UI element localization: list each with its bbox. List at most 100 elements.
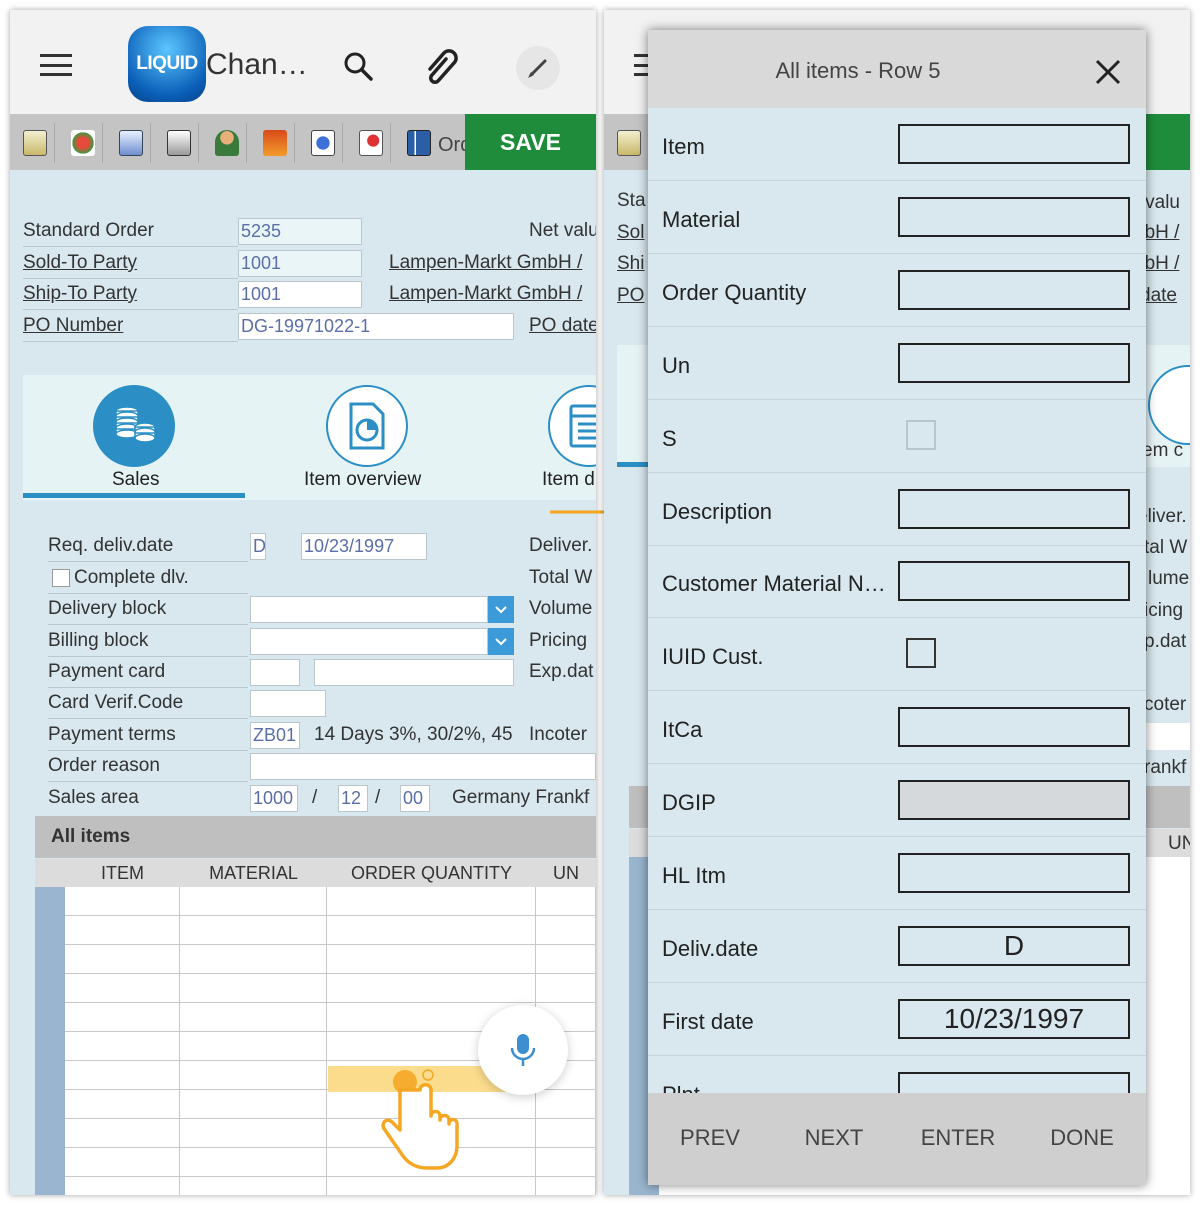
table-cell[interactable]: [327, 887, 536, 916]
card-verif-field[interactable]: [250, 690, 326, 717]
req-deliv-date-field[interactable]: 10/23/1997: [301, 533, 427, 560]
sold-to-label[interactable]: Sold-To Party: [23, 252, 137, 274]
dialog-field-checkbox[interactable]: [906, 638, 936, 669]
table-cell[interactable]: [536, 1177, 596, 1195]
table-cell[interactable]: [65, 1177, 180, 1195]
req-deliv-type-field[interactable]: D: [250, 533, 266, 560]
dialog-field-input[interactable]: [898, 488, 1130, 529]
dialog-field-input[interactable]: [898, 780, 1130, 821]
brush-icon[interactable]: [516, 46, 560, 90]
column-header-unit[interactable]: UN: [536, 859, 596, 887]
dialog-field-input[interactable]: [898, 269, 1130, 310]
chevron-down-icon[interactable]: [488, 628, 514, 655]
table-cell[interactable]: [180, 916, 327, 945]
tab-sales-label[interactable]: Sales: [112, 469, 160, 491]
table-cell[interactable]: [65, 1061, 180, 1090]
table-cell[interactable]: [65, 945, 180, 974]
row-marker[interactable]: [35, 1003, 65, 1032]
column-header-order-quantity[interactable]: ORDER QUANTITY: [327, 859, 536, 887]
sales-org-field[interactable]: 1000: [250, 785, 298, 812]
table-cell[interactable]: [536, 916, 596, 945]
row-marker[interactable]: [35, 1177, 65, 1195]
order-reason-select[interactable]: [250, 753, 596, 780]
sold-to-name-link[interactable]: Lampen-Markt GmbH /: [389, 252, 582, 274]
payment-card-type-field[interactable]: [250, 659, 300, 686]
column-header-material[interactable]: MATERIAL: [180, 859, 327, 887]
pin-doc-icon[interactable]: [351, 123, 391, 163]
table-cell[interactable]: [65, 1148, 180, 1177]
table-cell[interactable]: [65, 916, 180, 945]
ship-to-name-link[interactable]: Lampen-Markt GmbH /: [389, 283, 582, 305]
table-cell[interactable]: [65, 1032, 180, 1061]
complete-dlv-checkbox[interactable]: [52, 569, 70, 587]
row-marker[interactable]: [35, 1032, 65, 1061]
payment-card-number-field[interactable]: [314, 659, 514, 686]
chevron-down-icon[interactable]: [488, 596, 514, 623]
dialog-field-input[interactable]: [898, 124, 1130, 164]
dialog-field-input[interactable]: [898, 342, 1130, 383]
tab-item-detail[interactable]: [548, 385, 596, 467]
table-cell[interactable]: [536, 1090, 596, 1119]
po-number-label[interactable]: PO Number: [23, 315, 123, 337]
microphone-icon[interactable]: [478, 1005, 568, 1095]
new-doc-icon[interactable]: [15, 123, 55, 163]
dialog-field-input[interactable]: [898, 561, 1130, 602]
table-cell[interactable]: [180, 1032, 327, 1061]
table-cell[interactable]: [536, 974, 596, 1003]
po-number-field[interactable]: DG-19971022-1: [238, 313, 514, 340]
table-cell[interactable]: [536, 1119, 596, 1148]
table-cell[interactable]: [180, 1177, 327, 1195]
menu-icon[interactable]: [634, 54, 648, 76]
ship-to-field[interactable]: 1001: [238, 281, 362, 308]
row-marker[interactable]: [35, 1119, 65, 1148]
billing-block-select[interactable]: [250, 628, 488, 655]
table-cell[interactable]: [536, 887, 596, 916]
table-cell[interactable]: [536, 1148, 596, 1177]
division-field[interactable]: 00: [400, 785, 430, 812]
table-cell[interactable]: [180, 887, 327, 916]
row-marker[interactable]: [35, 1148, 65, 1177]
row-marker[interactable]: [35, 974, 65, 1003]
done-button[interactable]: DONE: [1020, 1125, 1144, 1151]
row-marker[interactable]: [35, 1090, 65, 1119]
dialog-field-input[interactable]: [898, 853, 1130, 893]
table-cell[interactable]: [180, 1119, 327, 1148]
column-header-item[interactable]: ITEM: [65, 859, 180, 887]
row-marker[interactable]: [35, 916, 65, 945]
table-cell[interactable]: [327, 945, 536, 974]
dialog-field-input[interactable]: 10/23/1997: [898, 998, 1130, 1039]
menu-icon[interactable]: [40, 54, 72, 76]
table-cell[interactable]: [536, 945, 596, 974]
row-marker[interactable]: [35, 887, 65, 916]
enter-button[interactable]: ENTER: [896, 1125, 1020, 1151]
table-cell[interactable]: [180, 1090, 327, 1119]
payment-terms-field[interactable]: ZB01: [250, 722, 300, 749]
tab-item-overview[interactable]: [326, 385, 408, 467]
dialog-field-input[interactable]: [898, 707, 1130, 748]
table-icon[interactable]: [399, 123, 439, 163]
table-cell[interactable]: [65, 974, 180, 1003]
ship-to-label[interactable]: Ship-To Party: [23, 283, 137, 305]
tab-sales[interactable]: [93, 385, 175, 467]
table-cell[interactable]: [180, 945, 327, 974]
close-icon[interactable]: [1088, 52, 1128, 92]
sold-to-field[interactable]: 1001: [238, 250, 362, 277]
table-cell[interactable]: [180, 1003, 327, 1032]
cancel-check-icon[interactable]: [63, 123, 103, 163]
distribution-channel-field[interactable]: 12: [338, 785, 368, 812]
table-cell[interactable]: [327, 974, 536, 1003]
delivery-block-select[interactable]: [250, 596, 488, 623]
new-doc-icon[interactable]: [609, 123, 649, 163]
table-cell[interactable]: [327, 916, 536, 945]
next-button[interactable]: NEXT: [772, 1125, 896, 1151]
prev-button[interactable]: PREV: [648, 1125, 772, 1151]
po-date-label[interactable]: PO date: [529, 315, 596, 337]
paperclip-icon[interactable]: [422, 46, 462, 86]
dialog-field-input[interactable]: [898, 196, 1130, 237]
dialog-field-input[interactable]: D: [898, 925, 1130, 966]
person-icon[interactable]: [207, 123, 247, 163]
tab-item-overview-label[interactable]: Item overview: [304, 469, 421, 491]
tab-item-detail-label[interactable]: Item d: [542, 469, 595, 491]
table-cell[interactable]: [180, 1148, 327, 1177]
table-cell[interactable]: [65, 1003, 180, 1032]
